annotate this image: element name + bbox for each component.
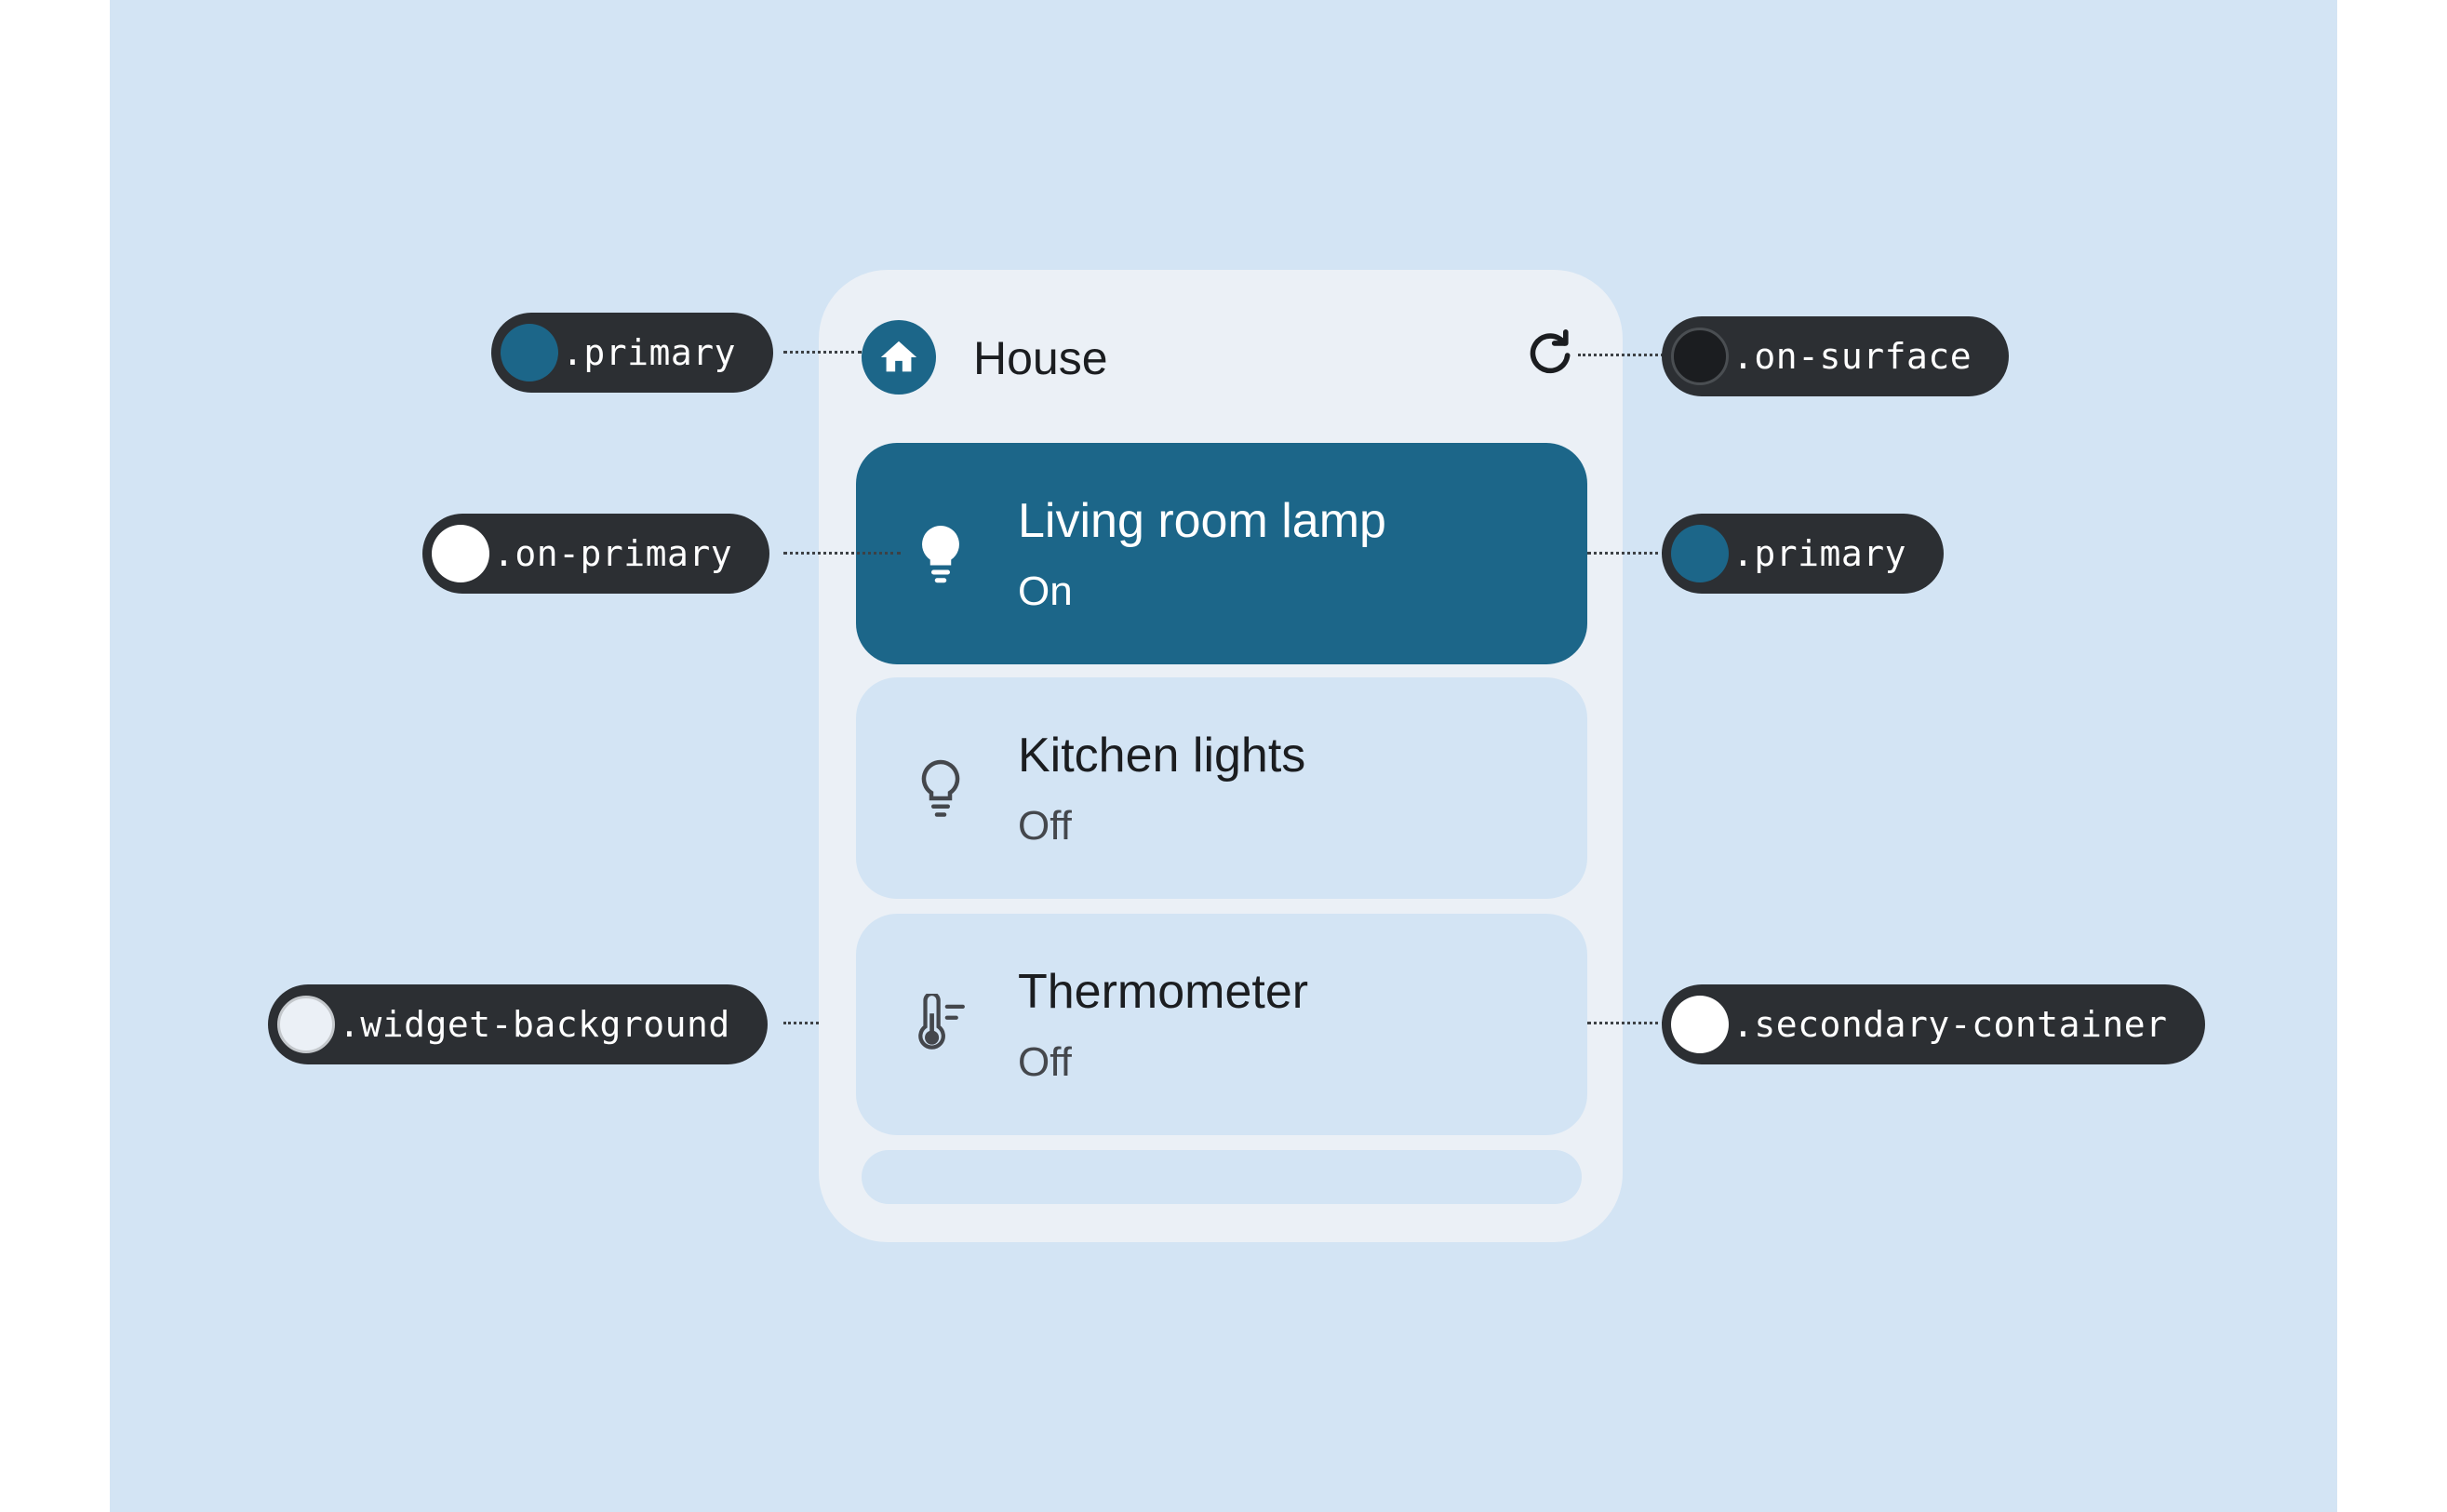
annotation-label: .on-primary	[493, 533, 733, 574]
annotation-chip-on-primary: .on-primary	[422, 514, 770, 594]
color-swatch	[1671, 996, 1729, 1053]
leader-line	[1587, 1022, 1665, 1024]
lightbulb-outline-icon	[901, 748, 981, 828]
leader-line	[783, 351, 862, 354]
annotation-label: .on-surface	[1732, 336, 1972, 377]
leader-line	[1587, 552, 1665, 555]
annotation-chip-widget-background: .widget-background	[268, 984, 768, 1064]
item-status: Off	[1018, 803, 1072, 849]
annotation-label: .widget-background	[339, 1004, 730, 1045]
item-title: Thermometer	[1018, 965, 1309, 1019]
list-item-thermometer[interactable]: Thermometer Off	[856, 914, 1587, 1135]
item-title: Kitchen lights	[1018, 729, 1306, 783]
thermostat-icon	[901, 984, 981, 1064]
list-item-living-room-lamp[interactable]: Living room lamp On	[856, 443, 1587, 664]
annotation-label: .secondary-container	[1732, 1004, 2168, 1045]
color-swatch	[432, 525, 489, 582]
item-status: On	[1018, 569, 1073, 614]
lightbulb-filled-icon	[901, 514, 981, 594]
leader-line	[783, 1022, 819, 1024]
item-title: Living room lamp	[1018, 494, 1386, 548]
refresh-icon[interactable]	[1522, 328, 1578, 383]
color-swatch	[277, 996, 335, 1053]
color-swatch	[501, 324, 558, 381]
list-item-partial	[862, 1150, 1582, 1204]
item-status: Off	[1018, 1039, 1072, 1085]
annotation-label: .primary	[1732, 533, 1907, 574]
home-icon[interactable]	[862, 320, 936, 395]
annotation-chip-on-surface: .on-surface	[1662, 316, 2010, 396]
annotation-chip-primary-header: .primary	[491, 313, 774, 393]
annotation-chip-primary-row: .primary	[1662, 514, 1945, 594]
annotation-label: .primary	[562, 332, 737, 373]
color-swatch	[1671, 525, 1729, 582]
leader-line	[1578, 354, 1664, 356]
annotation-chip-secondary-container: .secondary-container	[1662, 984, 2205, 1064]
leader-line	[783, 552, 901, 555]
color-swatch	[1671, 328, 1729, 385]
list-item-kitchen-lights[interactable]: Kitchen lights Off	[856, 677, 1587, 899]
widget-title: House	[973, 332, 1108, 384]
